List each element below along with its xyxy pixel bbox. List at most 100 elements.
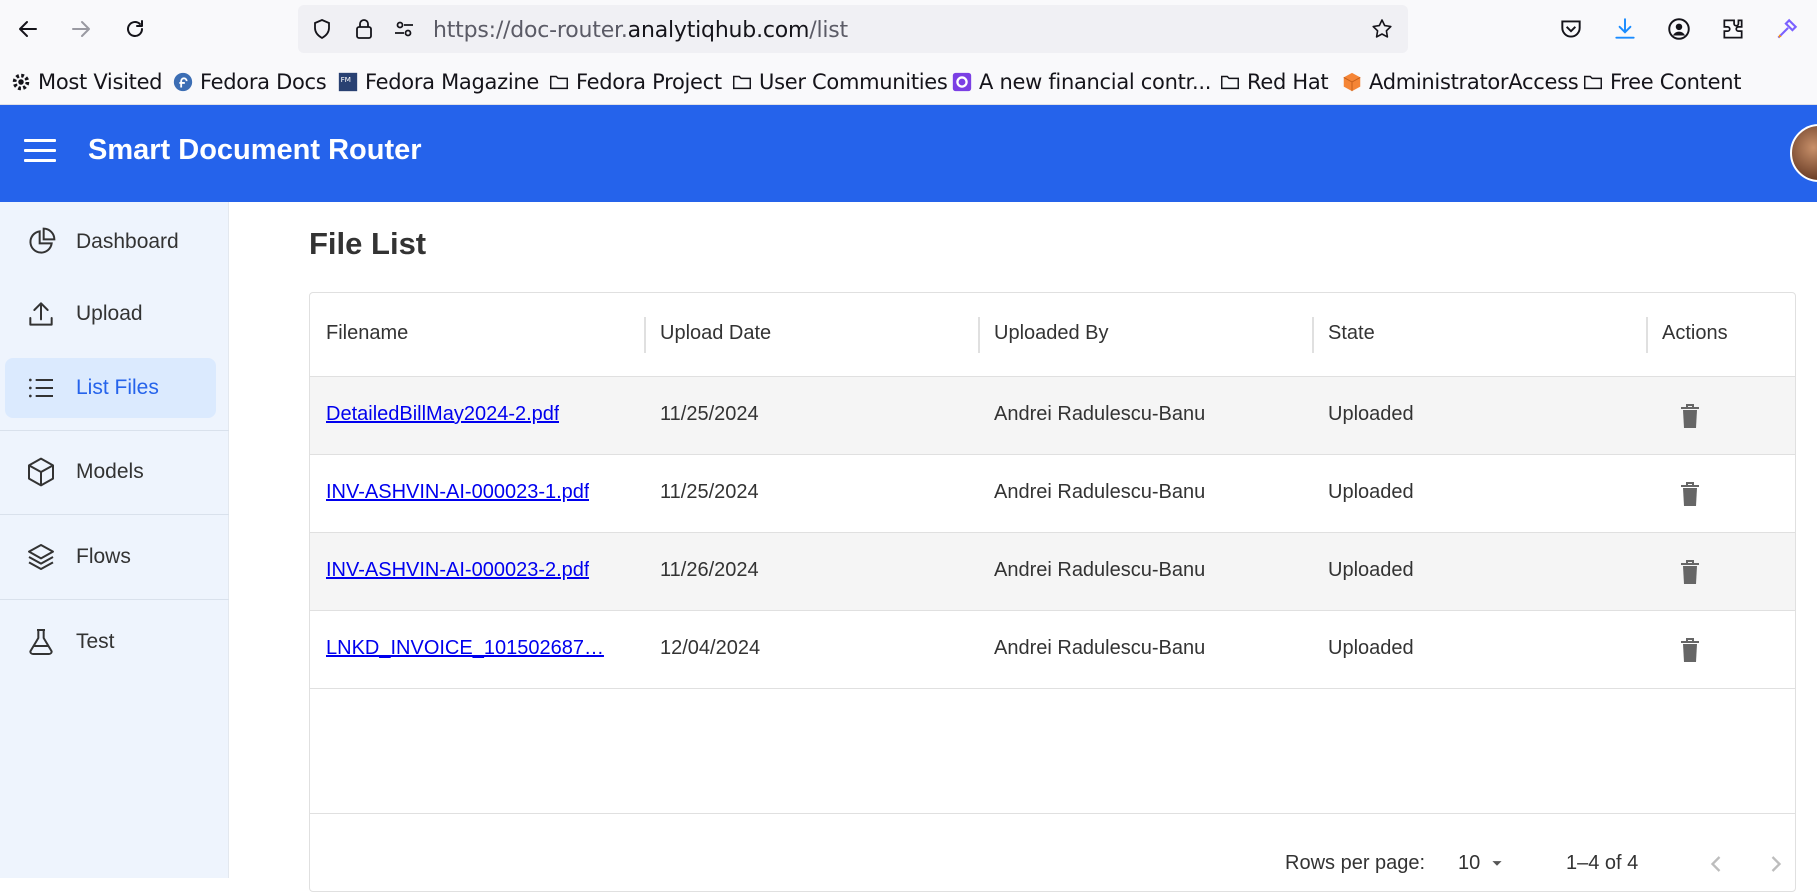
- back-button[interactable]: [11, 12, 45, 46]
- caret-down-icon: [1492, 861, 1502, 866]
- sidebar: Dashboard Upload List Files Models Flows…: [0, 202, 229, 878]
- permissions-icon[interactable]: [392, 17, 416, 41]
- column-separator[interactable]: [978, 317, 980, 353]
- chevron-left-icon[interactable]: [1702, 850, 1730, 878]
- sidebar-item-label: Flows: [76, 545, 131, 568]
- bookmark-label: Fedora Magazine: [365, 70, 539, 94]
- bookmark-free-content[interactable]: Free Content: [1582, 68, 1741, 96]
- rows-per-page-select[interactable]: 10: [1458, 850, 1508, 876]
- bookmark-label: User Communities: [759, 70, 948, 94]
- address-bar[interactable]: https://doc-router.analytiqhub.com/list: [298, 5, 1408, 53]
- upload-date: 11/25/2024: [660, 481, 759, 503]
- arrow-right-icon: [72, 21, 90, 37]
- app-title: Smart Document Router: [88, 134, 422, 166]
- bookmark-administrator-access[interactable]: AdministratorAccess: [1341, 68, 1579, 96]
- filename-link[interactable]: DetailedBillMay2024-2.pdf: [326, 403, 559, 426]
- table-pagination: Rows per page: 10 1–4 of 4: [310, 813, 1795, 893]
- svg-text:FM: FM: [341, 75, 351, 84]
- column-header-upload-date[interactable]: Upload Date: [660, 322, 771, 345]
- bookmark-red-hat[interactable]: Red Hat: [1219, 68, 1329, 96]
- layers-icon: [28, 544, 54, 570]
- extensions-icon[interactable]: [1720, 16, 1746, 42]
- file-table: Filename Upload Date Uploaded By State A…: [309, 292, 1796, 892]
- column-separator[interactable]: [644, 317, 646, 353]
- sidebar-item-label: Dashboard: [76, 230, 179, 253]
- url-domain: analytiqhub.com: [627, 18, 810, 43]
- bookmark-most-visited[interactable]: Most Visited: [10, 68, 163, 96]
- uploaded-by: Andrei Radulescu-Banu: [994, 481, 1206, 503]
- pocket-icon[interactable]: [1558, 16, 1584, 42]
- filename-link[interactable]: INV-ASHVIN-AI-000023-1.pdf: [326, 481, 589, 504]
- delete-icon[interactable]: [1678, 558, 1702, 586]
- delete-icon[interactable]: [1678, 402, 1702, 430]
- delete-icon[interactable]: [1678, 480, 1702, 508]
- folder-icon: [1221, 75, 1239, 90]
- lock-icon[interactable]: [352, 17, 376, 41]
- uploaded-by: Andrei Radulescu-Banu: [994, 559, 1206, 581]
- bookmark-label: Most Visited: [38, 70, 163, 94]
- filename-link[interactable]: LNKD_INVOICE_101502687…: [326, 637, 604, 660]
- url-text[interactable]: https://doc-router.analytiqhub.com/list: [433, 18, 848, 43]
- bookmark-financial[interactable]: A new financial contr...: [951, 68, 1211, 96]
- upload-date: 11/25/2024: [660, 403, 759, 425]
- shield-icon[interactable]: [310, 17, 334, 41]
- table-row[interactable]: LNKD_INVOICE_101502687… 12/04/2024 Andre…: [310, 611, 1795, 689]
- column-header-filename[interactable]: Filename: [326, 322, 408, 345]
- table-row[interactable]: INV-ASHVIN-AI-000023-2.pdf 11/26/2024 An…: [310, 533, 1795, 611]
- column-header-state[interactable]: State: [1328, 322, 1375, 345]
- filename-link[interactable]: INV-ASHVIN-AI-000023-2.pdf: [326, 559, 589, 582]
- sidebar-item-flows[interactable]: Flows: [5, 527, 216, 587]
- delete-icon[interactable]: [1678, 636, 1702, 664]
- url-prefix: https://doc-router.: [433, 18, 628, 43]
- chevron-right-icon[interactable]: [1762, 850, 1790, 878]
- browser-toolbar: https://doc-router.analytiqhub.com/list: [0, 0, 1817, 58]
- column-separator[interactable]: [1312, 317, 1314, 353]
- star-icon[interactable]: [1370, 17, 1394, 41]
- reload-button[interactable]: [118, 12, 152, 46]
- state: Uploaded: [1328, 403, 1414, 425]
- upload-date: 11/26/2024: [660, 559, 759, 581]
- bookmark-fedora-docs[interactable]: Fedora Docs: [172, 68, 327, 96]
- bookmark-label: Free Content: [1610, 70, 1742, 94]
- sidebar-item-models[interactable]: Models: [5, 442, 216, 502]
- bookmark-label: AdministratorAccess: [1369, 70, 1579, 94]
- column-separator[interactable]: [1646, 317, 1648, 353]
- table-row[interactable]: DetailedBillMay2024-2.pdf 11/25/2024 And…: [310, 377, 1795, 455]
- sidebar-item-label: Test: [76, 630, 115, 653]
- account-icon[interactable]: [1666, 16, 1692, 42]
- download-icon[interactable]: [1612, 16, 1638, 42]
- bookmark-user-communities[interactable]: User Communities: [731, 68, 948, 96]
- sidebar-divider: [0, 599, 229, 600]
- sidebar-item-list-files[interactable]: List Files: [5, 358, 216, 418]
- sidebar-item-upload[interactable]: Upload: [5, 284, 216, 344]
- rows-per-page-label: Rows per page:: [1285, 852, 1426, 874]
- bookmark-label: A new financial contr...: [979, 70, 1212, 94]
- uploaded-by: Andrei Radulescu-Banu: [994, 637, 1206, 659]
- state: Uploaded: [1328, 637, 1414, 659]
- upload-date: 12/04/2024: [660, 637, 761, 659]
- cube-icon: [1343, 72, 1361, 92]
- list-icon: [29, 378, 53, 398]
- bookmark-label: Red Hat: [1247, 70, 1329, 94]
- sidebar-item-dashboard[interactable]: Dashboard: [5, 212, 216, 272]
- column-header-actions: Actions: [1662, 322, 1728, 344]
- forward-button[interactable]: [64, 12, 98, 46]
- eyedropper-icon[interactable]: [1774, 16, 1800, 42]
- avatar[interactable]: [1790, 124, 1817, 182]
- sidebar-item-test[interactable]: Test: [5, 612, 216, 672]
- folder-icon: [733, 75, 751, 90]
- rows-per-page-value: 10: [1458, 851, 1481, 874]
- bookmark-fedora-project[interactable]: Fedora Project: [548, 68, 722, 96]
- reload-icon: [127, 20, 143, 37]
- fedora-icon: [173, 72, 193, 92]
- bookmark-fedora-magazine[interactable]: FM Fedora Magazine: [337, 68, 539, 96]
- column-header-uploaded-by[interactable]: Uploaded By: [994, 322, 1109, 345]
- url-path: /list: [809, 18, 848, 43]
- hamburger-menu-icon[interactable]: [24, 139, 56, 169]
- bookmarks-bar: Most Visited Fedora Docs FM Fedora Magaz…: [0, 58, 1817, 105]
- gear-icon: [12, 73, 30, 91]
- uploaded-by: Andrei Radulescu-Banu: [994, 403, 1206, 425]
- bookmark-label: Fedora Docs: [200, 70, 327, 94]
- table-row[interactable]: INV-ASHVIN-AI-000023-1.pdf 11/25/2024 An…: [310, 455, 1795, 533]
- page-title: File List: [309, 226, 427, 261]
